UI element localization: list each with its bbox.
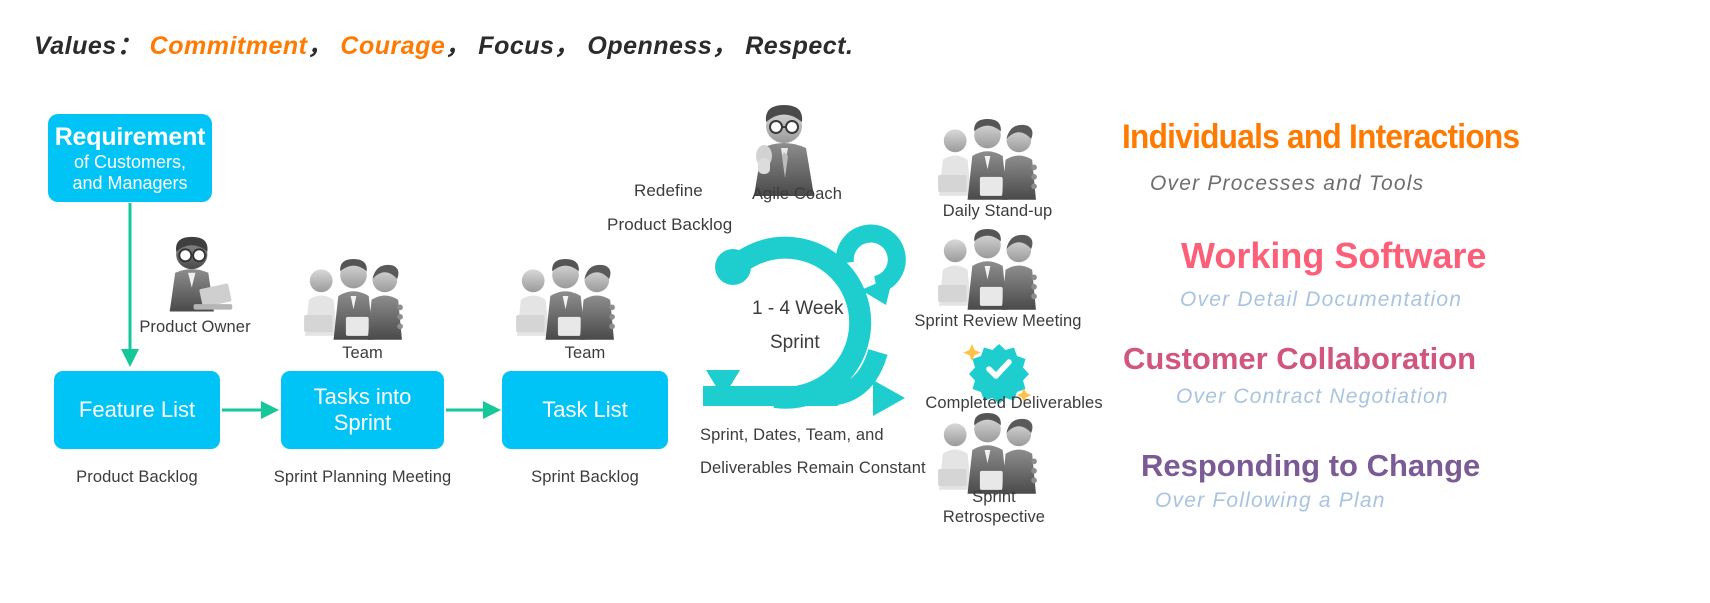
values-separator-4: ， — [712, 32, 738, 60]
values-label: Values — [34, 32, 117, 60]
value-commitment: Commitment — [149, 32, 308, 60]
team-figure-2 — [516, 258, 615, 340]
manifesto-value-2-sub: Over Detail Documentation — [1180, 288, 1463, 311]
tasks-into-sprint-label-line1: Tasks into — [313, 384, 412, 410]
task-list-box[interactable]: Task List — [502, 371, 668, 449]
task-list-label: Task List — [542, 397, 628, 423]
caption-sprint-retrospective-line1: Sprint — [972, 488, 1016, 506]
caption-sprint-retrospective-line2: Retrospective — [942, 508, 1046, 526]
values-header: Values： Commitment， Courage， Focus， Open… — [34, 26, 853, 62]
manifesto-value-2-main: Working Software — [1181, 235, 1487, 276]
values-separator-2: ， — [445, 32, 471, 60]
caption-sprint-planning-meeting: Sprint Planning Meeting — [273, 468, 452, 486]
product-owner-figure — [169, 236, 233, 312]
agile-scrum-infographic: Values： Commitment， Courage， Focus， Open… — [0, 0, 1710, 603]
arrow-tasks-to-tasklist — [446, 401, 501, 419]
values-separator-3: ， — [554, 32, 580, 60]
requirement-box-subtitle-line1: of Customers, — [73, 151, 187, 172]
team-figure-1 — [304, 258, 403, 340]
values-colon: ： — [116, 32, 143, 60]
label-constant-line2: Deliverables Remain Constant — [700, 459, 926, 477]
agile-coach-figure — [754, 105, 814, 196]
label-sprint-duration: 1 - 4 Week — [752, 298, 844, 319]
sprint-review-figure — [938, 228, 1037, 310]
tasks-into-sprint-box[interactable]: Tasks into Sprint — [281, 371, 444, 449]
label-redefine-product-backlog: Product Backlog — [607, 215, 733, 234]
label-sprint-word: Sprint — [770, 332, 820, 353]
caption-sprint-review-meeting: Sprint Review Meeting — [914, 312, 1082, 330]
caption-team-2: Team — [564, 344, 606, 362]
value-openness: Openness — [587, 32, 713, 60]
manifesto-value-1-sub: Over Processes and Tools — [1150, 172, 1425, 195]
caption-agile-coach: Agile Coach — [751, 185, 843, 203]
value-courage: Courage — [340, 32, 446, 60]
caption-daily-standup: Daily Stand-up — [942, 202, 1053, 220]
caption-product-owner: Product Owner — [139, 318, 251, 336]
values-separator-1: ， — [307, 32, 333, 60]
label-constant-line1: Sprint, Dates, Team, and — [700, 426, 884, 444]
caption-product-backlog: Product Backlog — [76, 468, 198, 486]
sprint-cycle-arrow — [703, 224, 906, 416]
requirement-box-title: Requirement — [54, 122, 206, 151]
requirement-box-subtitle-line2: and Managers — [72, 172, 188, 193]
feature-list-label: Feature List — [78, 397, 196, 423]
manifesto-value-3-sub: Over Contract Negotiation — [1176, 385, 1449, 408]
value-focus: Focus — [478, 32, 555, 60]
caption-sprint-backlog: Sprint Backlog — [531, 468, 639, 486]
caption-team-1: Team — [342, 344, 383, 362]
value-respect: Respect — [745, 32, 846, 60]
arrow-requirement-to-feature — [121, 203, 139, 367]
requirement-box[interactable]: Requirement of Customers, and Managers — [48, 114, 212, 202]
sprint-retrospective-figure — [938, 412, 1037, 494]
caption-completed-deliverables: Completed Deliverables — [925, 394, 1103, 412]
manifesto-value-4-main: Responding to Change — [1141, 448, 1481, 483]
arrow-feature-to-tasks — [222, 401, 279, 419]
daily-standup-figure — [938, 118, 1037, 200]
values-period: . — [846, 32, 854, 60]
feature-list-box[interactable]: Feature List — [54, 371, 220, 449]
manifesto-value-1-main: Individuals and Interactions — [1122, 118, 1520, 156]
manifesto-value-4-sub: Over Following a Plan — [1155, 489, 1386, 512]
tasks-into-sprint-label-line2: Sprint — [333, 410, 392, 435]
label-redefine: Redefine — [634, 181, 703, 200]
manifesto-value-3-main: Customer Collaboration — [1123, 341, 1477, 376]
